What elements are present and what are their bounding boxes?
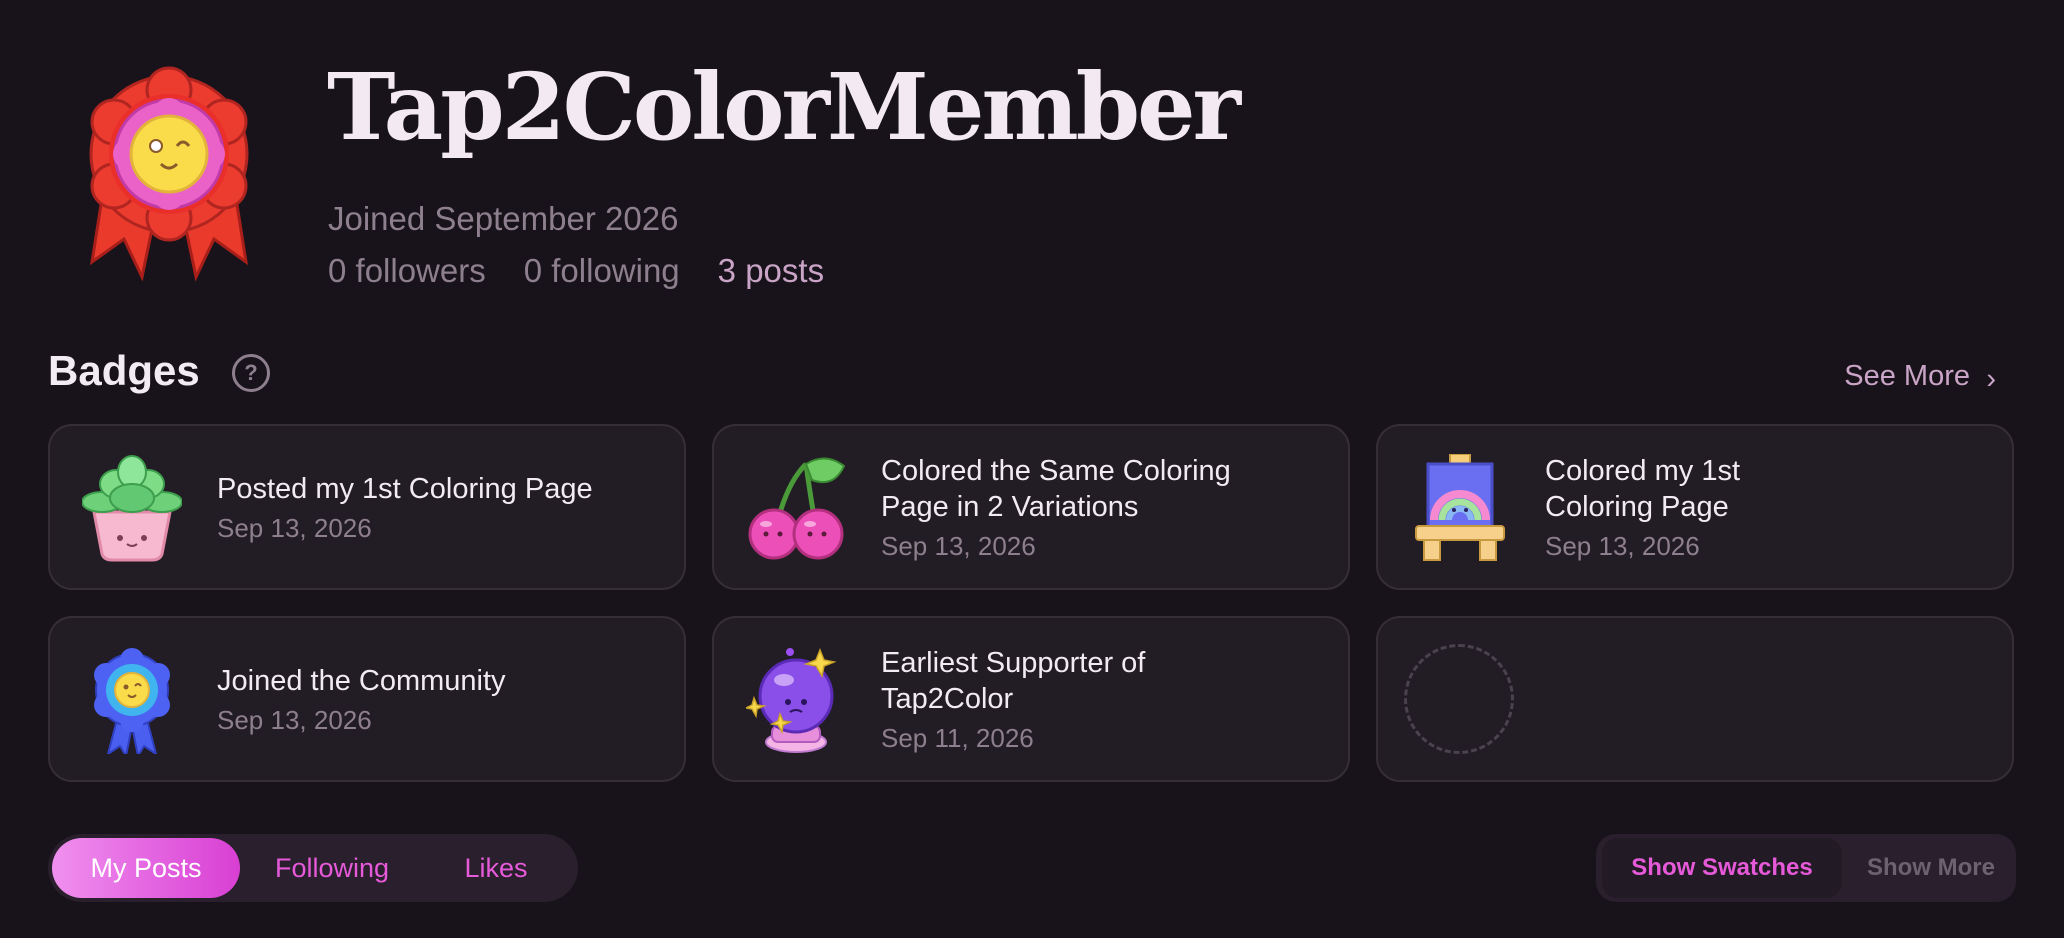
badge-date: Sep 13, 2026 [881,530,1036,561]
help-icon[interactable]: ? [232,354,270,392]
tab-my-posts[interactable]: My Posts [52,838,240,898]
badge-name: Colored my 1st Coloring Page [1545,454,1741,523]
profile-stats: 0 followers 0 following 3 posts [328,252,824,290]
following-count[interactable]: 0 following [524,252,680,290]
show-more-toggle[interactable]: Show More [1852,838,2010,898]
badge-date: Sep 13, 2026 [217,512,372,543]
posts-tabs: My Posts Following Likes [48,834,578,902]
badge-date: Sep 11, 2026 [881,722,1034,753]
badge-card[interactable]: Earliest Supporter of Tap2Color Sep 11, … [712,616,1350,782]
profile-username: Tap2ColorMember [327,53,1241,161]
blue-ribbon-icon [82,646,182,759]
badge-name: Posted my 1st Coloring Page [217,472,593,505]
empty-badge-card [1376,616,2014,782]
badge-date: Sep 13, 2026 [1545,530,1700,561]
see-more-link[interactable]: See More [1844,360,1970,393]
badge-text: Posted my 1st Coloring Page Sep 13, 2026 [217,426,593,588]
badge-text: Colored the Same Coloring Page in 2 Vari… [881,426,1281,588]
show-swatches-toggle[interactable]: Show Swatches [1602,838,1842,898]
crystal-ball-icon [743,646,846,754]
badge-card[interactable]: Joined the Community Sep 13, 2026 [48,616,686,782]
tab-following[interactable]: Following [252,838,412,898]
badge-text: Colored my 1st Coloring Page Sep 13, 202… [1545,426,1805,588]
badge-name: Joined the Community [217,664,506,697]
empty-badge-slot-icon [1404,644,1514,754]
joined-date: Joined September 2026 [328,200,679,237]
cherries-icon [746,454,846,562]
badge-card[interactable]: Colored the Same Coloring Page in 2 Vari… [712,424,1350,590]
followers-count[interactable]: 0 followers [328,252,486,290]
badge-date: Sep 13, 2026 [217,704,372,735]
badge-card[interactable]: Posted my 1st Coloring Page Sep 13, 2026 [48,424,686,590]
rosette-award-icon [80,62,258,282]
posts-count[interactable]: 3 posts [718,252,824,290]
succulent-plant-icon [81,454,183,562]
badge-text: Joined the Community Sep 13, 2026 [217,618,506,780]
view-toggles: Show Swatches Show More [1596,834,2016,902]
tab-likes[interactable]: Likes [426,838,566,898]
rainbow-easel-icon [1410,453,1510,562]
badge-name: Colored the Same Coloring Page in 2 Vari… [881,454,1231,523]
badges-title: Badges [48,347,200,394]
badge-text: Earliest Supporter of Tap2Color Sep 11, … [881,618,1171,780]
badge-card[interactable]: Colored my 1st Coloring Page Sep 13, 202… [1376,424,2014,590]
badge-name: Earliest Supporter of Tap2Color [881,646,1146,715]
chevron-right-icon: › [1986,363,1996,395]
